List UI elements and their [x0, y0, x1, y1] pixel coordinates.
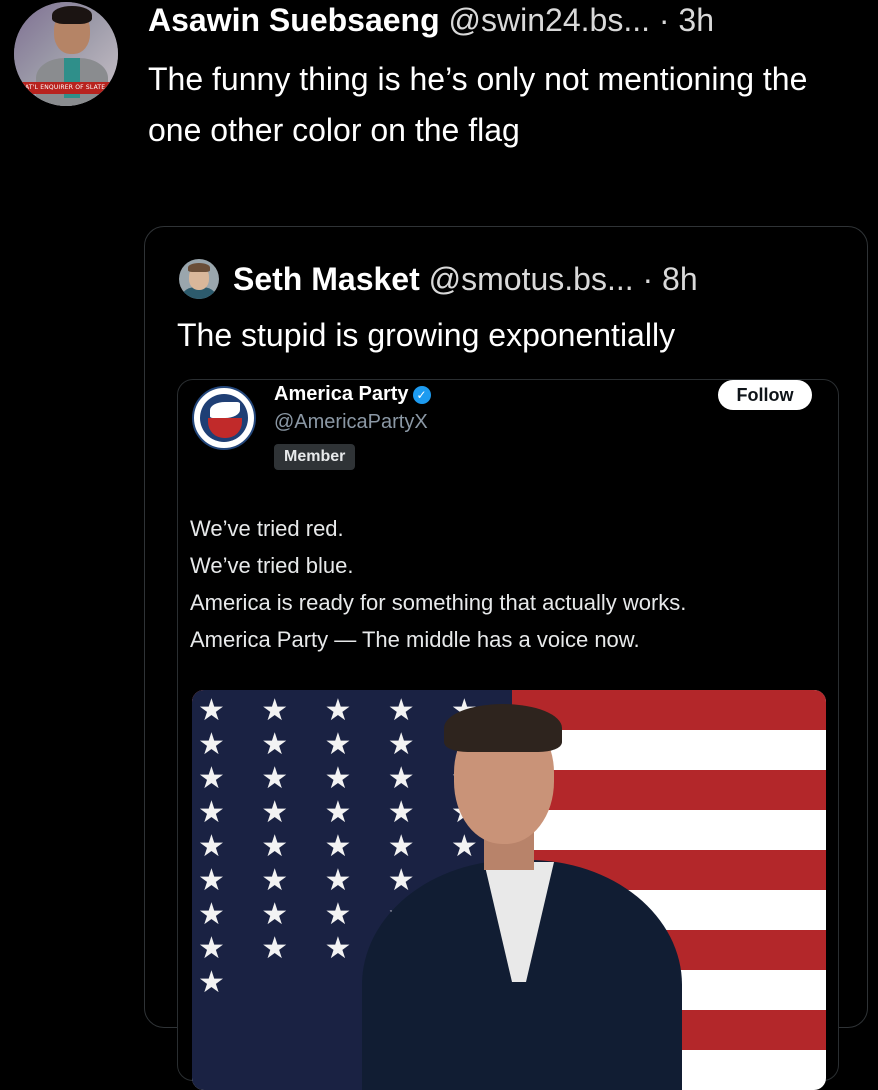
embedded-line: We’ve tried blue. — [190, 553, 354, 578]
avatar-hair — [52, 6, 92, 24]
embedded-account-name-text: America Party — [274, 383, 409, 405]
outer-post[interactable]: ...NAT'L ENQUIRER OF SLATE Asawin Suebsa… — [0, 0, 878, 1090]
quoted-author-handle[interactable]: @smotus.bs... — [429, 261, 634, 297]
quoted-author-name[interactable]: Seth Masket — [233, 261, 420, 297]
separator-dot: · — [658, 2, 670, 38]
quoted-post[interactable]: Seth Masket @smotus.bs... · 8h The stupi… — [144, 226, 868, 1090]
post-time[interactable]: 3h — [678, 2, 714, 38]
member-badge: Member — [274, 444, 356, 470]
embedded-line: America Party — The middle has a voice n… — [190, 627, 640, 652]
embedded-post-body: We’ve tried red. We’ve tried blue. Ameri… — [190, 510, 830, 658]
person-hair — [444, 704, 562, 752]
author-avatar[interactable]: ...NAT'L ENQUIRER OF SLATE — [14, 2, 118, 106]
embedded-handle[interactable]: @AmericaPartyX — [274, 408, 428, 436]
embedded-screenshot[interactable]: America Party ✓ @AmericaPartyX Member Fol… — [177, 379, 839, 1090]
follow-button[interactable]: Follow — [718, 380, 812, 410]
separator-dot: · — [642, 261, 654, 297]
quoted-avatar-hair — [188, 263, 210, 272]
author-handle[interactable]: @swin24.bs... — [449, 2, 650, 38]
logo-eagle-wing — [210, 402, 240, 418]
embedded-account-name[interactable]: America Party ✓ — [274, 380, 431, 408]
america-party-logo-icon[interactable] — [192, 386, 256, 450]
quoted-post-header: Seth Masket @smotus.bs... · 8h — [233, 257, 698, 301]
author-name[interactable]: Asawin Suebsaeng — [148, 2, 440, 38]
avatar-ticker: ...NAT'L ENQUIRER OF SLATE — [14, 82, 118, 94]
post-header: Asawin Suebsaeng @swin24.bs... · 3h — [148, 0, 714, 42]
quoted-author-avatar[interactable] — [179, 259, 219, 299]
embedded-photo[interactable]: ★ ★ ★ ★ ★ ★ ★ ★ ★ ★ ★ ★ ★ ★ ★ ★ ★ ★ ★ ★ … — [192, 690, 826, 1090]
embedded-line: America is ready for something that actu… — [190, 590, 687, 615]
quoted-post-text: The stupid is growing exponentially — [177, 317, 676, 353]
verified-badge-icon: ✓ — [412, 385, 431, 404]
embedded-line: We’ve tried red. — [190, 516, 344, 541]
post-text: The funny thing is he’s only not mention… — [148, 61, 808, 148]
quoted-post-time[interactable]: 8h — [662, 261, 698, 297]
